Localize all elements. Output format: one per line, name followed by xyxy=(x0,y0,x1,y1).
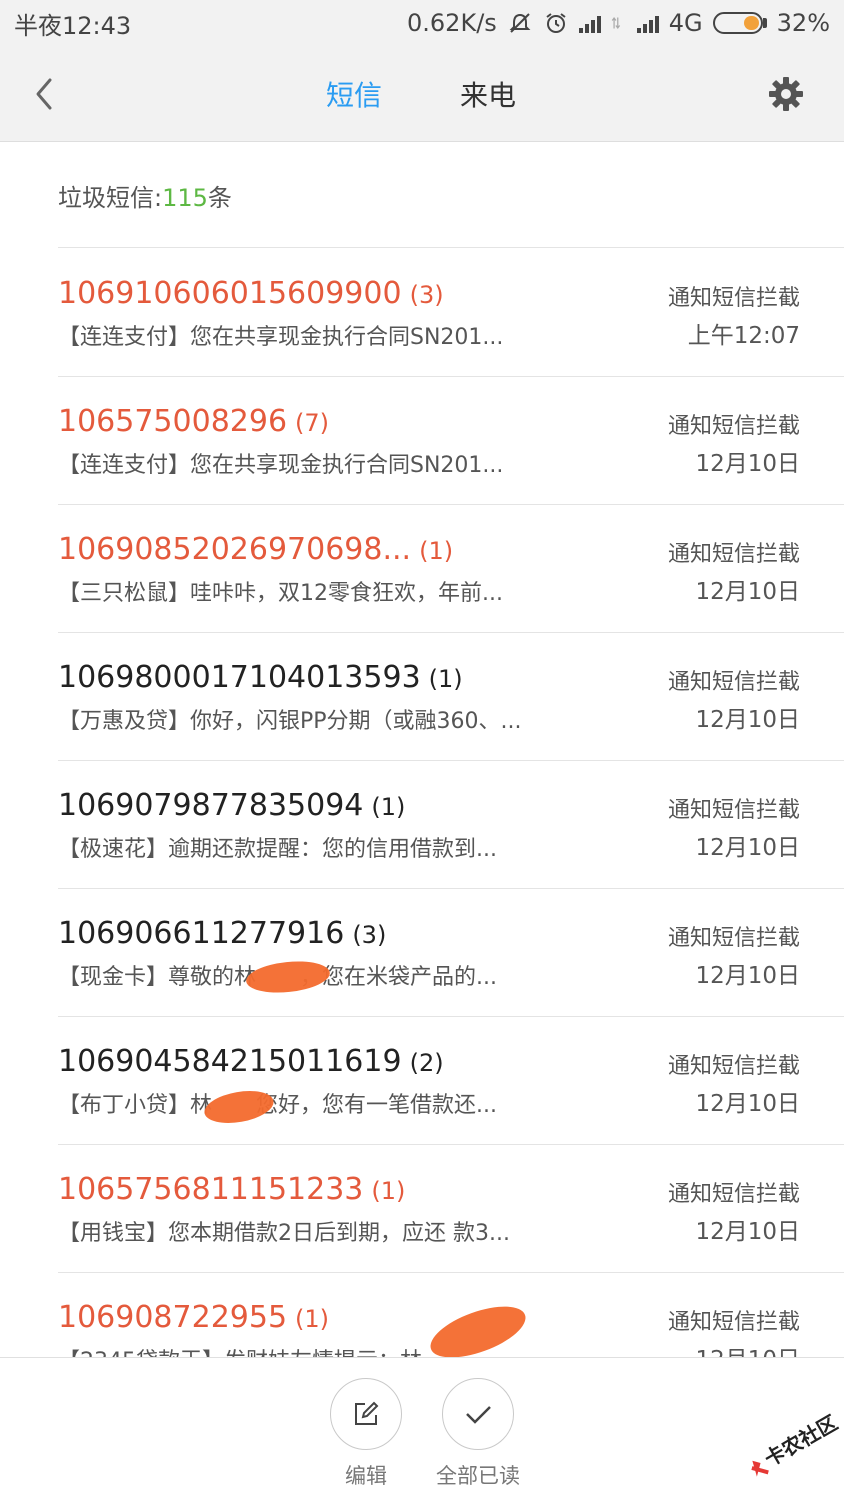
mute-bell-icon xyxy=(509,13,531,33)
message-count: (2) xyxy=(409,1049,444,1077)
header: 短信 来电 xyxy=(0,46,844,142)
summary-prefix: 垃圾短信: xyxy=(58,184,163,212)
message-count: (1) xyxy=(371,1177,406,1205)
data-transfer-icon xyxy=(611,17,620,29)
summary-suffix: 条 xyxy=(207,184,232,212)
message-row[interactable]: 1069045842150116​19 (2) 【布丁小贷】林 您好，您有一笔借款… xyxy=(0,1016,844,1144)
block-tag: 通知短信拦截 xyxy=(667,670,800,695)
message-preview: 【2345贷款王】发财妹友情提示：林 xyxy=(58,1343,422,1358)
kanong-watermark-logo: 卡农社区 xyxy=(751,1410,840,1477)
block-tag: 通知短信拦截 xyxy=(667,1182,800,1207)
battery-percent: 32% xyxy=(776,9,830,37)
message-date: 12月10日 xyxy=(695,707,800,733)
tab-calls[interactable]: 来电 xyxy=(460,74,516,114)
status-time: 半夜12:43 xyxy=(14,11,132,40)
status-bar: 半夜12:43 0.62K/s 4G 32% xyxy=(0,0,844,46)
message-count: (7) xyxy=(295,409,330,437)
block-tag: 通知短信拦截 xyxy=(667,1310,800,1335)
sender-number: 1065756811151233 (1) xyxy=(58,1172,406,1207)
message-date: 12月10日 xyxy=(695,1219,800,1245)
message-preview: 【三只松鼠】哇咔咔，双12零食狂欢，年前... xyxy=(58,581,503,606)
battery-icon xyxy=(712,12,767,34)
message-row[interactable]: 106910606015609900 (3) 【连连支付】您在共享现金执行合同SN… xyxy=(0,248,844,376)
block-tag: 通知短信拦截 xyxy=(667,926,800,951)
message-preview: 【布丁小贷】林 您好，您有一笔借款还... xyxy=(58,1093,497,1118)
message-date: 12月10日 xyxy=(695,451,800,477)
mark-all-read-label: 全部已读 xyxy=(436,1464,520,1488)
message-date: 12月10日 xyxy=(695,1091,800,1117)
network-speed: 0.62K/s xyxy=(407,9,497,37)
message-date: 12月10日 xyxy=(695,579,800,605)
sender-number: 106906611277916 (3) xyxy=(58,916,387,951)
message-preview: 【极速花】逾期还款提醒：您的信用借款到... xyxy=(58,837,497,862)
battery-fill xyxy=(743,16,759,30)
sender-number: 1069079877835094 (1) xyxy=(58,788,406,823)
message-date: 12月10日 xyxy=(695,835,800,861)
block-tag: 通知短信拦截 xyxy=(667,286,800,311)
message-preview: 【万惠及贷】你好，闪银PP分期（或融360、... xyxy=(58,709,522,734)
check-icon xyxy=(466,1406,491,1424)
message-count: (1) xyxy=(419,537,454,565)
redaction-mark xyxy=(424,1296,532,1358)
signal-icon xyxy=(578,13,601,33)
spam-summary: 垃圾短信:115条 xyxy=(58,178,232,213)
svg-text:卡农社区: 卡农社区 xyxy=(760,1410,840,1471)
message-row[interactable]: 1065756811151233 (1) 【用钱宝】您本期借款2日后到期，应还 款… xyxy=(0,1144,844,1272)
message-count: (3) xyxy=(352,921,387,949)
summary-count: 115 xyxy=(162,184,208,212)
block-tag: 通知短信拦截 xyxy=(667,798,800,823)
message-date: 12月10日 xyxy=(695,1340,800,1358)
message-date: 12月10日 xyxy=(695,963,800,989)
mark-all-read-button[interactable] xyxy=(442,1378,514,1450)
message-row[interactable]: 1069079877835094 (1) 【极速花】逾期还款提醒：您的信用借款到.… xyxy=(0,760,844,888)
block-tag: 通知短信拦截 xyxy=(667,1054,800,1079)
message-row[interactable]: 106575008296 (7) 【连连支付】您在共享现金执行合同SN201...… xyxy=(0,376,844,504)
sender-number: 106575008296 (7) xyxy=(58,404,330,439)
edit-button[interactable] xyxy=(330,1378,402,1450)
gear-icon[interactable] xyxy=(766,74,806,114)
message-row[interactable]: 1069085202697069​8... (1) 【三只松鼠】哇咔咔，双12零食… xyxy=(0,504,844,632)
sender-number: 106910606015609900 (3) xyxy=(58,276,444,311)
back-icon[interactable] xyxy=(28,74,64,114)
message-preview: 【用钱宝】您本期借款2日后到期，应还 款3... xyxy=(58,1221,510,1246)
block-tag: 通知短信拦截 xyxy=(667,542,800,567)
message-row[interactable]: 1069800017104013593 (1) 【万惠及贷】你好，闪银PP分期（或… xyxy=(0,632,844,760)
sender-number: 106908722955 (1) xyxy=(58,1300,330,1335)
bottom-action-bar: 编辑 全部已读 xyxy=(0,1358,844,1500)
message-count: (1) xyxy=(428,665,463,693)
message-preview: 【连连支付】您在共享现金执行合同SN201... xyxy=(58,453,504,478)
edit-icon xyxy=(355,1401,379,1425)
tab-sms[interactable]: 短信 xyxy=(326,74,382,114)
sender-number: 1069800017104013593 (1) xyxy=(58,660,463,695)
message-count: (1) xyxy=(295,1305,330,1333)
alarm-icon xyxy=(546,13,566,33)
message-count: (1) xyxy=(371,793,406,821)
message-count: (3) xyxy=(409,281,444,309)
network-type: 4G xyxy=(668,9,703,37)
sender-number: 1069085202697069​8... (1) xyxy=(58,532,454,567)
message-row[interactable]: 106908722955(1) 【2345贷款王】发财妹友情提示：林 通知短信拦… xyxy=(0,1272,844,1358)
message-row[interactable]: 106906611277916 (3) 【现金卡】尊敬的林 ，您在米袋产品的...… xyxy=(0,888,844,1016)
message-date: 上午12:07 xyxy=(687,323,800,349)
status-icons: 0.62K/s 4G 32% xyxy=(407,9,830,37)
sender-number: 1069045842150116​19 (2) xyxy=(58,1044,444,1079)
signal-icon-2 xyxy=(636,13,659,33)
message-preview: 【连连支付】您在共享现金执行合同SN201... xyxy=(58,325,504,350)
block-tag: 通知短信拦截 xyxy=(667,414,800,439)
